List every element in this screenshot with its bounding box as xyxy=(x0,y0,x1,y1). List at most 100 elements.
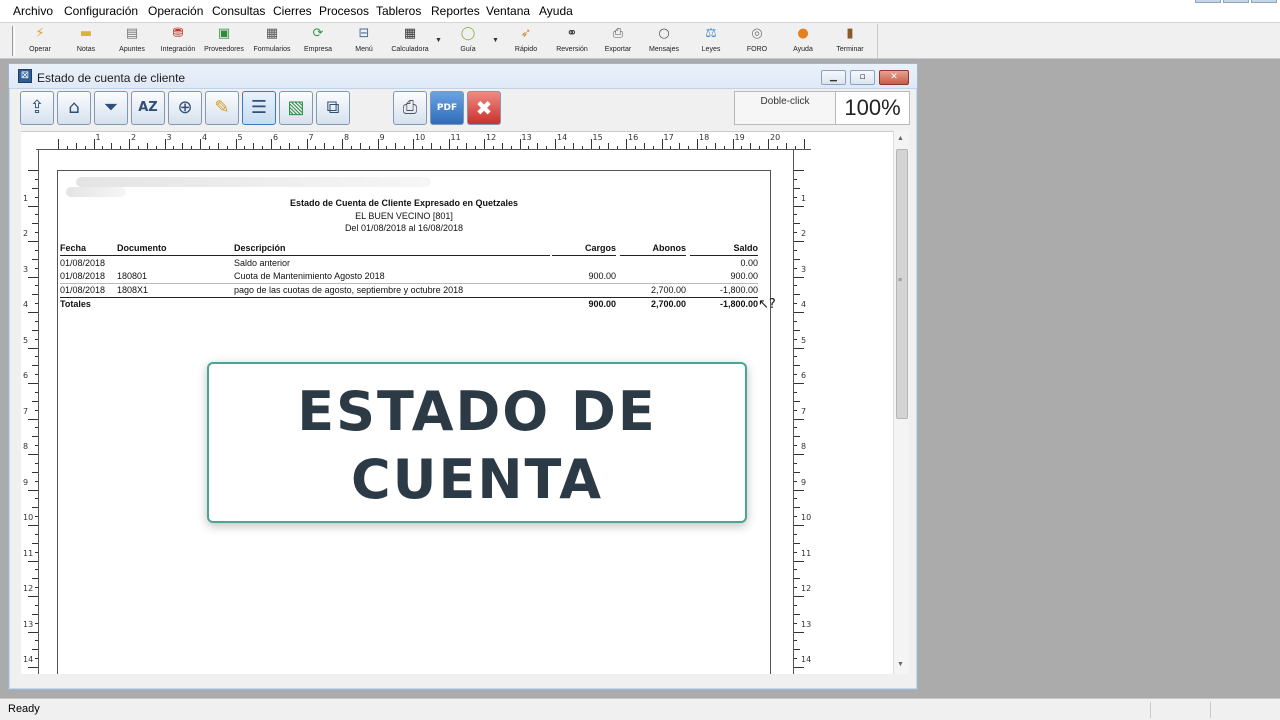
main-toolbar: ⚡ Operar ▬ Notas ▤ Apuntes ⛃ Integración… xyxy=(0,23,1280,59)
ruler-tick xyxy=(35,622,38,624)
menu-reportes[interactable]: Reportes xyxy=(431,4,480,18)
ruler-tick xyxy=(386,146,388,149)
close-report-button[interactable]: ✖ xyxy=(467,91,501,125)
ruler-number: 10 xyxy=(23,513,34,522)
ruler-number: 14 xyxy=(557,133,568,142)
home-button[interactable]: ⌂ xyxy=(57,91,91,125)
toolbar-integracion-button[interactable]: ⛃ Integración xyxy=(156,26,200,58)
ruler-tick xyxy=(794,596,804,597)
toolbar-formularios-button[interactable]: ▦ Formularios xyxy=(250,26,294,58)
ledger-icon: ▤ xyxy=(125,26,139,41)
ruler-tick xyxy=(35,533,38,535)
zoom-level[interactable]: 100% xyxy=(835,91,910,125)
ruler-tick xyxy=(661,139,663,149)
toolbar-exportar-label: Exportar xyxy=(604,46,632,53)
window-minimize-button[interactable]: ▁ xyxy=(821,70,846,85)
print-button[interactable]: ⎙ xyxy=(393,91,427,125)
menu-operacion[interactable]: Operación xyxy=(148,4,203,18)
zoom-button[interactable]: ⊕ xyxy=(168,91,202,125)
col-header-cargos: Cargos xyxy=(584,243,616,253)
toolbar-proveedores-button[interactable]: ▣ Proveedores xyxy=(202,26,246,58)
filter-button[interactable]: ⏷ xyxy=(94,91,128,125)
ruler-tick xyxy=(794,276,804,278)
scroll-up-icon[interactable]: ▲ xyxy=(897,135,904,142)
app-minimize-button[interactable] xyxy=(1195,0,1221,3)
ruler-tick xyxy=(324,143,326,149)
toolbar-rapido-button[interactable]: ➶ Rápido xyxy=(506,26,546,58)
scroll-down-icon[interactable]: ▼ xyxy=(897,661,904,668)
toolbar-ayuda-button[interactable]: ● Ayuda xyxy=(786,26,820,58)
ruler-number: 13 xyxy=(23,619,34,629)
menu-ventana[interactable]: Ventana xyxy=(486,4,530,18)
ruler-tick xyxy=(404,146,406,149)
guia-dropdown-icon[interactable]: ▼ xyxy=(492,37,499,44)
row-documento: 180801 xyxy=(117,271,148,281)
menu-consultas[interactable]: Consultas xyxy=(212,4,265,18)
toolbar-calculadora-button[interactable]: ▦ Calculadora xyxy=(388,26,432,58)
magnifier-icon: ⊕ xyxy=(177,97,193,118)
page-view-button[interactable]: ☰ xyxy=(242,91,276,125)
toolbar-terminar-button[interactable]: ▮ Terminar xyxy=(830,26,870,58)
ruler-tick xyxy=(28,312,38,313)
toolbar-reversion-button[interactable]: ⚭ Reversión xyxy=(550,26,594,58)
ruler-tick xyxy=(297,146,299,149)
highlight-button[interactable]: ✎ xyxy=(205,91,239,125)
row-descripcion: pago de las cuotas de agosto, septiembre… xyxy=(234,285,464,295)
pdf-button[interactable]: PDF xyxy=(430,91,464,125)
ruler-tick xyxy=(670,146,672,149)
toolbar-notas-button[interactable]: ▬ Notas xyxy=(68,26,104,58)
toolbar-foro-button[interactable]: ◎ FORO xyxy=(740,26,774,58)
open-file-button[interactable]: ⇪ xyxy=(20,91,54,125)
preview-scrollbar[interactable]: ▲ ≡ ▼ xyxy=(893,131,909,674)
menu-configuracion[interactable]: Configuración xyxy=(64,4,138,18)
menu-tableros[interactable]: Tableros xyxy=(376,4,421,18)
row-cargos: 900.00 xyxy=(588,271,616,281)
menu-ayuda[interactable]: Ayuda xyxy=(539,4,573,18)
toolbar-empresa-button[interactable]: ⟳ Empresa xyxy=(298,26,338,58)
toolbar-proveedores-label: Proveedores xyxy=(204,46,244,53)
toolbar-apuntes-button[interactable]: ▤ Apuntes xyxy=(112,26,152,58)
calculadora-dropdown-icon[interactable]: ▼ xyxy=(435,37,442,44)
ruler-tick xyxy=(35,462,38,464)
menu-procesos[interactable]: Procesos xyxy=(319,4,369,18)
toolbar-guia-button[interactable]: ◯ Guía xyxy=(450,26,486,58)
ruler-number: 10 xyxy=(801,513,812,522)
statement-window-titlebar[interactable]: ⊠ Estado de cuenta de cliente ▁ ▫ ✕ xyxy=(9,64,917,89)
ruler-tick xyxy=(794,604,797,606)
app-close-button[interactable] xyxy=(1251,0,1277,3)
ruler-tick xyxy=(776,146,778,149)
toolbar-exportar-button[interactable]: ⎙ Exportar xyxy=(598,26,638,58)
ruler-number: 15 xyxy=(592,133,603,142)
window-maximize-button[interactable]: ▫ xyxy=(850,70,875,85)
ruler-tick xyxy=(32,507,38,509)
printer-icon: ⎙ xyxy=(402,97,418,118)
app-restore-button[interactable] xyxy=(1223,0,1249,3)
sort-button[interactable]: AZ xyxy=(131,91,165,125)
copy-button[interactable]: ⧉ xyxy=(316,91,350,125)
chat-icon: ◯ xyxy=(460,26,476,41)
ruler-tick xyxy=(794,294,800,296)
scroll-thumb[interactable] xyxy=(896,149,908,419)
ruler-number: 2 xyxy=(131,133,137,142)
left-ruler: 123456789101112131415 xyxy=(21,150,39,674)
ruler-tick xyxy=(333,146,335,149)
toolbar-menu-button[interactable]: ⊟ Menú xyxy=(346,26,382,58)
export-excel-button[interactable]: ▧ xyxy=(279,91,313,125)
window-close-button[interactable]: ✕ xyxy=(879,70,909,85)
ruler-tick xyxy=(35,409,38,411)
doble-click-field[interactable]: Doble-click xyxy=(734,91,836,125)
ruler-tick xyxy=(28,170,38,171)
ruler-number: 12 xyxy=(486,133,497,142)
export-icon: ⎙ xyxy=(612,26,624,41)
toolbar-operar-button[interactable]: ⚡ Operar xyxy=(22,26,58,58)
ruler-tick xyxy=(28,596,38,597)
menu-archivo[interactable]: Archivo xyxy=(13,4,53,18)
toolbar-leyes-button[interactable]: ⚖ Leyes xyxy=(694,26,728,58)
header-underline xyxy=(690,255,758,256)
menu-cierres[interactable]: Cierres xyxy=(273,4,312,18)
toolbar-mensajes-button[interactable]: ○ Mensajes xyxy=(644,26,684,58)
toolbar-grip[interactable] xyxy=(12,26,15,56)
ruler-tick xyxy=(794,374,797,376)
ruler-tick xyxy=(794,578,800,580)
ruler-tick xyxy=(32,542,38,544)
